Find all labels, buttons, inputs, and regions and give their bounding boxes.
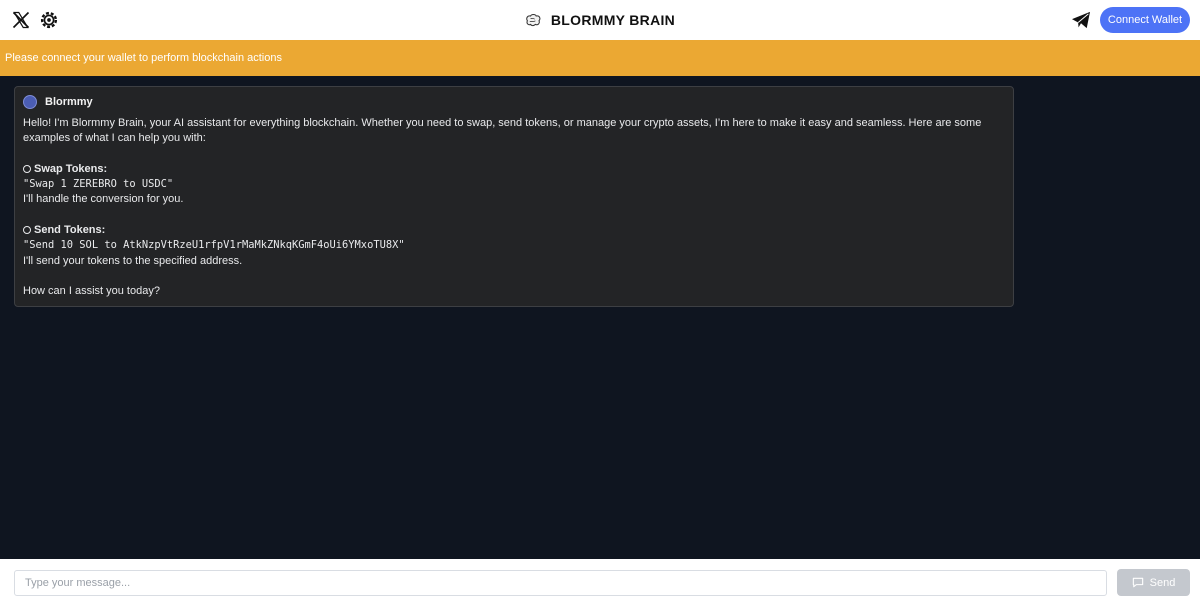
composer-bar: Send (0, 559, 1200, 599)
brand: BLORMMY BRAIN (0, 0, 1200, 40)
list-item-title: Swap Tokens: (23, 162, 983, 177)
message-body: Hello! I'm Blormmy Brain, your AI assist… (23, 116, 983, 300)
list-item-command: "Send 10 SOL to AtkNzpVtRzeU1rfpV1rMaMkZ… (23, 239, 405, 252)
intro-text: Hello! I'm Blormmy Brain, your AI assist… (23, 117, 982, 145)
list-item-note: I'll handle the conversion for you. (23, 193, 184, 206)
sender-name: Blormmy (45, 96, 93, 108)
closing-text: How can I assist you today? (23, 285, 160, 298)
circle-bullet-icon (23, 226, 31, 235)
list-item-title: Send Tokens: (23, 223, 983, 238)
banner-text: Please connect your wallet to perform bl… (5, 52, 282, 64)
brain-icon (526, 13, 541, 27)
connect-wallet-button[interactable]: Connect Wallet (1100, 7, 1190, 33)
send-button[interactable]: Send (1117, 569, 1190, 596)
list-item-command: "Swap 1 ZEREBRO to USDC" (23, 178, 174, 191)
message-input[interactable] (14, 570, 1107, 596)
chat-bubble-icon (1132, 577, 1143, 588)
avatar (23, 95, 37, 109)
top-header: BLORMMY BRAIN Connect Wallet (0, 0, 1200, 40)
telegram-icon[interactable] (1071, 11, 1091, 29)
page-title: BLORMMY BRAIN (550, 12, 676, 28)
send-label: Send (1149, 576, 1176, 589)
circle-bullet-icon (23, 164, 31, 173)
list-item-note: I'll send your tokens to the specified a… (23, 254, 243, 267)
wallet-warning-banner: Please connect your wallet to perform bl… (0, 40, 1200, 76)
assistant-message: Blormmy Hello! I'm Blormmy Brain, your A… (14, 86, 1014, 307)
